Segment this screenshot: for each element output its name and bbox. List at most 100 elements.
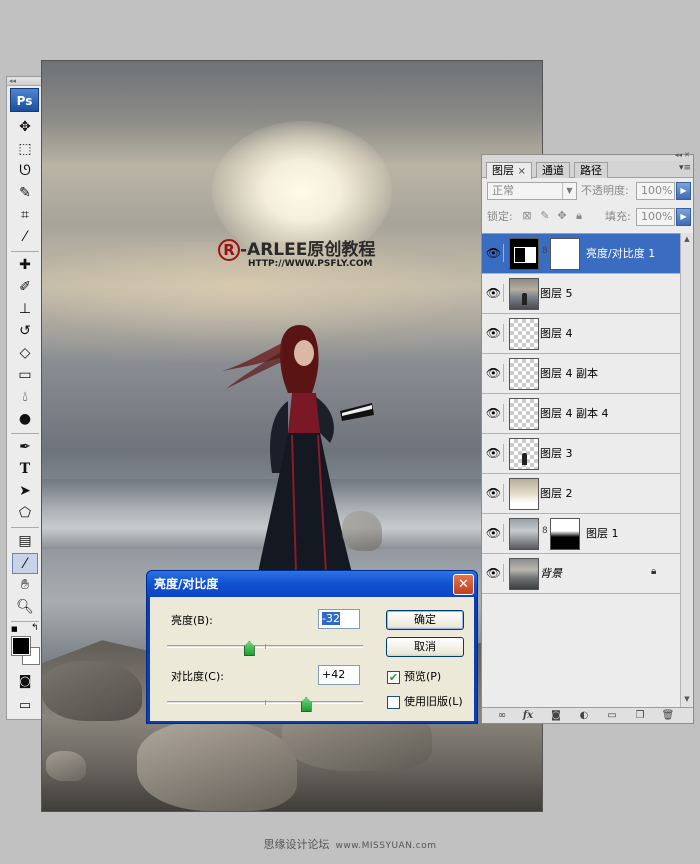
layers-scrollbar[interactable]: ▲ ▼: [680, 233, 693, 707]
layer-row-3[interactable]: 👁︎ 图层 3: [482, 434, 680, 474]
visibility-eye-icon[interactable]: 👁︎: [484, 244, 504, 262]
layer-row-background[interactable]: 👁︎ 背景 🔒︎: [482, 554, 680, 594]
layer-row-5[interactable]: 👁︎ 图层 5: [482, 274, 680, 314]
watermark-url: HTTP://WWW.PSFLY.COM: [248, 259, 373, 269]
dodge-tool-icon[interactable]: ●: [12, 409, 38, 430]
brightness-input[interactable]: -32: [318, 609, 360, 629]
scroll-down-icon[interactable]: ▼: [681, 693, 693, 705]
healing-brush-tool-icon[interactable]: ✚: [12, 255, 38, 276]
crop-tool-icon[interactable]: ⌗: [12, 205, 38, 226]
visibility-eye-icon[interactable]: 👁︎: [484, 284, 504, 302]
panel-collapse-icon[interactable]: ◂◂ ✕: [675, 151, 690, 159]
layer-name: 背景: [540, 567, 562, 580]
preview-checkbox[interactable]: ✔: [387, 671, 400, 684]
mask-icon[interactable]: ◙: [548, 709, 564, 723]
contrast-input[interactable]: +42: [318, 665, 360, 685]
opacity-slider-arrow-icon[interactable]: ▶: [676, 182, 691, 200]
fx-icon[interactable]: fx: [520, 709, 536, 723]
hand-tool-icon[interactable]: ✋︎: [12, 575, 38, 596]
zoom-tool-icon[interactable]: 🔍︎: [12, 597, 38, 618]
tab-layers[interactable]: 图层 ×: [486, 162, 532, 179]
mask-thumbnail[interactable]: [550, 238, 580, 270]
layers-bottom-bar: ∞ fx ◙ ◐ ▭ ❐ 🗑︎: [482, 707, 693, 723]
lock-position-icon[interactable]: ✥: [556, 210, 568, 222]
new-layer-icon[interactable]: ❐: [632, 709, 648, 723]
visibility-eye-icon[interactable]: 👁︎: [484, 564, 504, 582]
lock-all-icon[interactable]: 🔒︎: [573, 210, 585, 222]
lock-pixels-icon[interactable]: ✎: [539, 210, 551, 222]
layer-row-4-copy[interactable]: 👁︎ 图层 4 副本: [482, 354, 680, 394]
dialog-title[interactable]: 亮度/对比度: [147, 571, 477, 597]
notes-tool-icon[interactable]: ▤: [12, 531, 38, 552]
mask-thumbnail[interactable]: [550, 518, 580, 550]
layer-thumbnail: [509, 438, 539, 470]
trash-icon[interactable]: 🗑︎: [660, 709, 676, 723]
link-chain-icon[interactable]: 8: [542, 526, 550, 536]
shape-tool-icon[interactable]: ⬠: [12, 503, 38, 524]
brightness-slider-track[interactable]: [167, 644, 363, 649]
visibility-eye-icon[interactable]: 👁︎: [484, 364, 504, 382]
panel-menu-icon[interactable]: ▾≡: [679, 163, 691, 173]
fill-slider-arrow-icon[interactable]: ▶: [676, 208, 691, 226]
layer-row-brightness-contrast[interactable]: 👁︎ 8 亮度/对比度 1: [482, 234, 680, 274]
lock-transparency-icon[interactable]: ⊠: [521, 210, 533, 222]
eyedropper-tool-icon[interactable]: ⁄: [12, 227, 38, 248]
eraser-tool-icon[interactable]: ◇: [12, 343, 38, 364]
close-icon[interactable]: ✕: [453, 574, 474, 595]
blend-mode-select[interactable]: 正常 ▼: [487, 182, 577, 200]
link-icon[interactable]: ∞: [494, 709, 510, 723]
layer-row-2[interactable]: 👁︎ 图层 2: [482, 474, 680, 514]
brightness-label: 亮度(B):: [171, 614, 213, 627]
layer-row-4[interactable]: 👁︎ 图层 4: [482, 314, 680, 354]
quick-select-tool-icon[interactable]: ✎: [12, 183, 38, 204]
adjustment-icon[interactable]: ◐: [576, 709, 592, 723]
brightness-slider-thumb[interactable]: [243, 641, 255, 656]
quick-mask-icon[interactable]: ◙: [12, 671, 38, 692]
visibility-eye-icon[interactable]: 👁︎: [484, 444, 504, 462]
legacy-checkbox[interactable]: [387, 696, 400, 709]
visibility-eye-icon[interactable]: 👁︎: [484, 484, 504, 502]
tab-channels[interactable]: 通道: [536, 162, 570, 178]
contrast-label: 对比度(C):: [171, 670, 224, 683]
eyedropper-tool-2-icon[interactable]: ⁄: [12, 553, 38, 574]
history-brush-tool-icon[interactable]: ↺: [12, 321, 38, 342]
layer-row-1[interactable]: 👁︎ 8 图层 1: [482, 514, 680, 554]
ok-button[interactable]: 确定: [386, 610, 464, 630]
blur-tool-icon[interactable]: 💧︎: [12, 387, 38, 408]
visibility-eye-icon[interactable]: 👁︎: [484, 324, 504, 342]
brush-tool-icon[interactable]: ✐: [12, 277, 38, 298]
path-select-tool-icon[interactable]: ➤: [12, 481, 38, 502]
move-tool-icon[interactable]: ✥: [12, 117, 38, 138]
foreground-color-swatch[interactable]: [11, 636, 31, 656]
lasso-tool-icon[interactable]: ᘎ: [12, 161, 38, 182]
swap-colors-icon[interactable]: ↰: [31, 623, 39, 633]
fill-input[interactable]: 100%: [636, 208, 675, 226]
contrast-slider-thumb[interactable]: [300, 697, 312, 712]
cancel-button[interactable]: 取消: [386, 637, 464, 657]
marquee-tool-icon[interactable]: ⬚: [12, 139, 38, 160]
layer-row-4-copy-4[interactable]: 👁︎ 图层 4 副本 4: [482, 394, 680, 434]
scroll-up-icon[interactable]: ▲: [681, 233, 693, 245]
layer-thumbnail: [509, 278, 539, 310]
pen-tool-icon[interactable]: ✒: [12, 437, 38, 458]
layer-name: 亮度/对比度 1: [586, 247, 656, 260]
tab-paths[interactable]: 路径: [574, 162, 608, 178]
gradient-tool-icon[interactable]: ▭: [12, 365, 38, 386]
toolbox-grip[interactable]: ◂◂: [7, 77, 42, 86]
link-chain-icon[interactable]: 8: [542, 246, 550, 256]
visibility-eye-icon[interactable]: 👁︎: [484, 404, 504, 422]
lock-row: 锁定: ⊠ ✎ ✥ 🔒︎ 填充: 100% ▶: [487, 208, 691, 228]
visibility-eye-icon[interactable]: 👁︎: [484, 524, 504, 542]
fill-label: 填充:: [605, 210, 631, 223]
layer-name: 图层 2: [540, 487, 573, 500]
contrast-slider-track[interactable]: [167, 700, 363, 705]
group-icon[interactable]: ▭: [604, 709, 620, 723]
type-tool-icon[interactable]: T: [12, 459, 38, 480]
clone-stamp-tool-icon[interactable]: ⊥: [12, 299, 38, 320]
tab-close-icon[interactable]: ×: [518, 166, 526, 177]
opacity-input[interactable]: 100%: [636, 182, 675, 200]
default-colors-icon[interactable]: ■: [11, 625, 18, 633]
screen-mode-icon[interactable]: ▭: [12, 695, 38, 716]
preview-label: 预览(P): [404, 670, 442, 683]
layer-list: 👁︎ 8 亮度/对比度 1 👁︎ 图层 5 👁︎ 图层 4 👁︎ 图层 4 副本…: [482, 233, 680, 594]
